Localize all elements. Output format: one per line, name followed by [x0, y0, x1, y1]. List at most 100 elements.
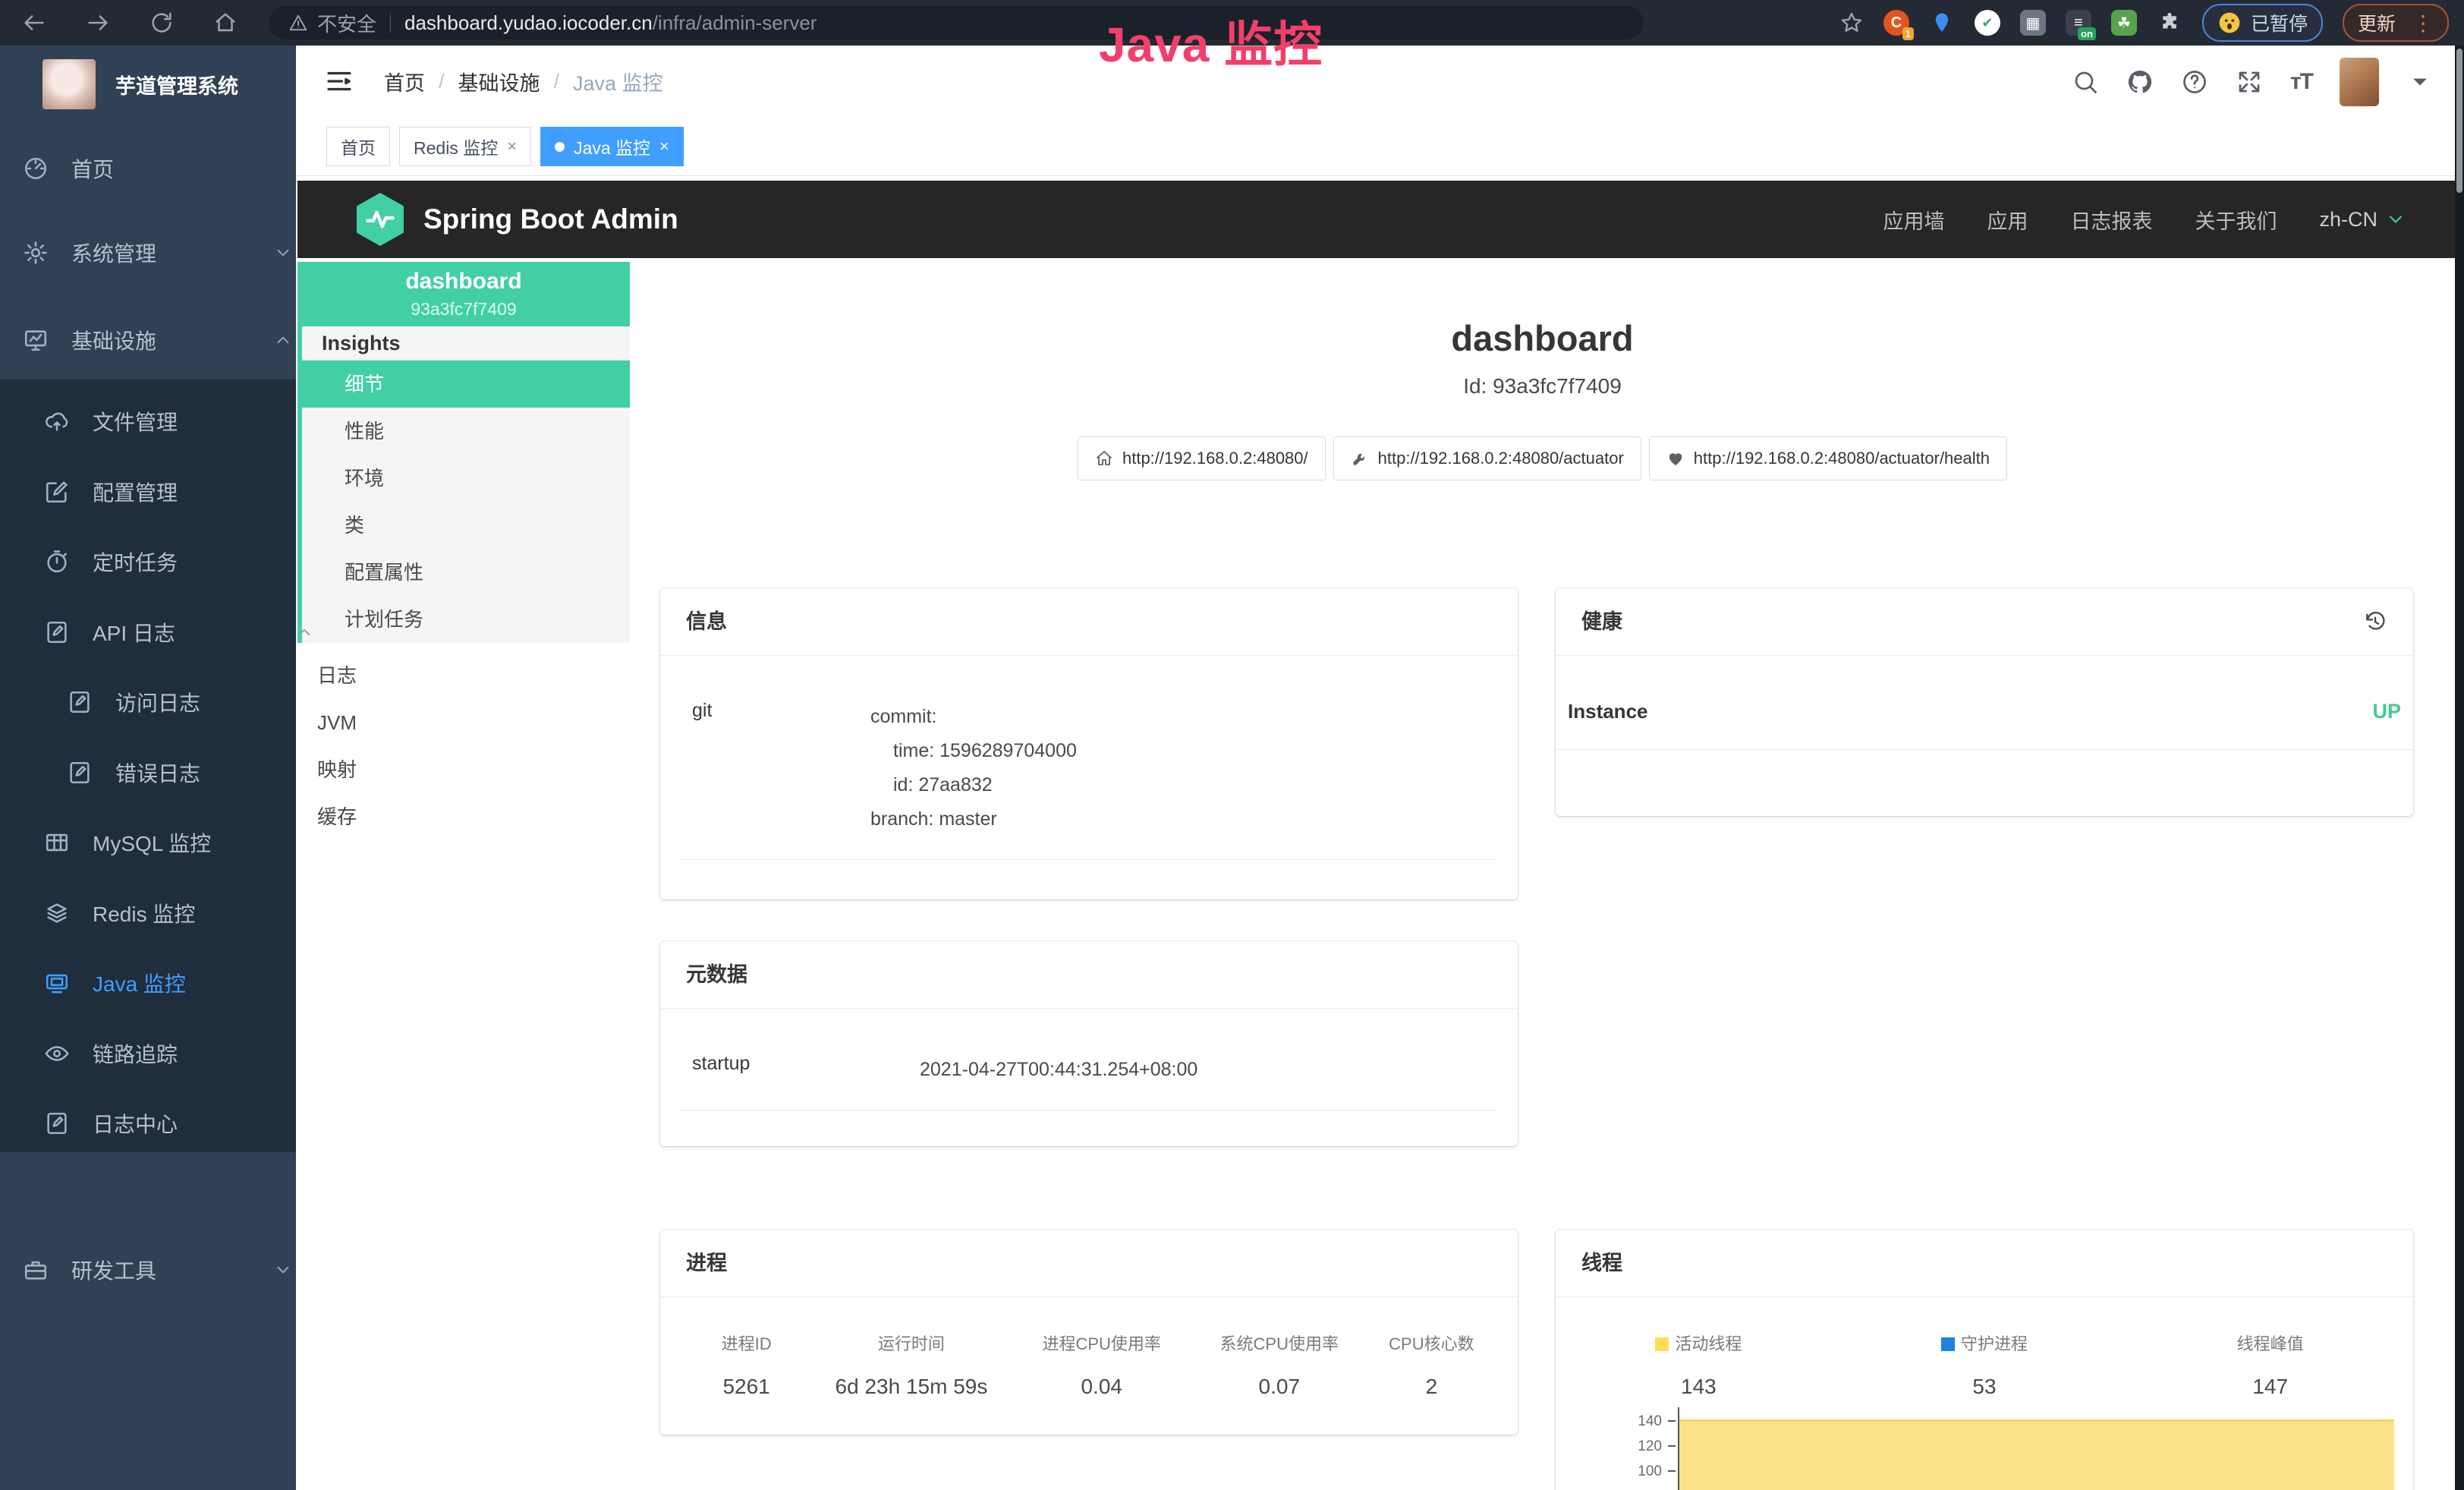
update-label: 更新 [2358, 9, 2396, 36]
sidebar-item-log-center[interactable]: 日志中心 [0, 1101, 340, 1146]
breadcrumb-home[interactable]: 首页 [384, 67, 425, 96]
sba-header: Spring Boot Admin 应用墙 应用 日志报表 关于我们 zh-CN [297, 181, 2455, 258]
extension-c-icon[interactable]: C1 [1883, 10, 1909, 36]
sidebar-item-java-monitor[interactable]: Java 监控 [0, 960, 340, 1006]
view-tabs-bar: 首页 Redis 监控 × Java 监控 × [296, 118, 2455, 176]
health-instance-row[interactable]: Instance UP [1556, 689, 2413, 750]
avatar-caret-icon[interactable] [2406, 68, 2434, 96]
address-bar[interactable]: 不安全 dashboard.yudao.iocoder.cn/infra/adm… [269, 6, 1644, 39]
close-icon[interactable]: × [507, 137, 517, 156]
sidebar-item-api-log[interactable]: API 日志 [0, 610, 340, 655]
browser-back-icon[interactable] [21, 10, 47, 36]
history-icon[interactable] [2363, 610, 2387, 634]
sba-locale-select[interactable]: zh-CN [2319, 208, 2406, 232]
profile-paused-badge[interactable]: 已暂停 [2202, 4, 2323, 42]
github-icon[interactable] [2126, 68, 2154, 96]
briefcase-icon [23, 1257, 49, 1283]
app-sidebar: 芋道管理系统 首页 系统管理 基础设施 文件管理 配置管理 定时任务 API 日… [0, 46, 296, 1490]
bookmark-star-icon[interactable] [1839, 11, 1864, 35]
not-secure-label: 不安全 [317, 9, 376, 37]
sba-menu-caches[interactable]: 缓存 [297, 793, 630, 840]
sba-menu-environment[interactable]: 环境 [302, 455, 630, 502]
sidebar-item-system[interactable]: 系统管理 [0, 230, 319, 276]
heart-icon [1666, 449, 1685, 468]
table-icon [44, 830, 70, 855]
sidebar-item-scheduled-jobs[interactable]: 定时任务 [0, 539, 340, 584]
instance-name: dashboard [297, 269, 630, 295]
scrollbar-thumb[interactable] [2456, 49, 2462, 193]
profile-face-icon [2217, 11, 2242, 35]
sidebar-item-tracing[interactable]: 链路追踪 [0, 1031, 340, 1076]
dashboard-icon [23, 156, 49, 181]
tab-java-monitor[interactable]: Java 监控 × [540, 127, 684, 166]
extension-v-icon[interactable]: ✔ [1975, 10, 2000, 36]
chevron-up-icon [294, 622, 314, 642]
legend-peak-threads: 线程峰值 [2127, 1331, 2413, 1355]
tab-home[interactable]: 首页 [326, 127, 390, 166]
help-icon[interactable] [2181, 68, 2208, 96]
health-url-button[interactable]: http://192.168.0.2:48080/actuator/health [1649, 436, 2007, 480]
extension-pin-icon[interactable] [1929, 10, 1955, 36]
close-icon[interactable]: × [659, 137, 669, 156]
scrollbar-track[interactable] [2455, 46, 2464, 1490]
sidebar-item-error-log[interactable]: 错误日志 [0, 750, 363, 795]
monitor-icon [23, 327, 49, 353]
actuator-url-button[interactable]: http://192.168.0.2:48080/actuator [1333, 436, 1641, 480]
extension-leaf-icon[interactable]: ☘ [2111, 10, 2137, 36]
sba-nav-applications[interactable]: 应用 [1987, 205, 2028, 235]
extension-grid-icon[interactable]: ▦ [2020, 10, 2046, 36]
sidebar-item-infra[interactable]: 基础设施 [0, 317, 319, 363]
breadcrumb-infra[interactable]: 基础设施 [458, 67, 540, 96]
sidebar-item-redis-monitor[interactable]: Redis 监控 [0, 890, 340, 936]
sba-brand[interactable]: Spring Boot Admin [423, 203, 678, 235]
timer-icon [44, 549, 70, 575]
chevron-down-icon [2385, 209, 2406, 230]
threads-card: 线程 活动线程 143 守护进程 53 线程峰值 147 [1556, 1230, 2413, 1490]
sidebar-item-access-log[interactable]: 访问日志 [0, 679, 363, 725]
sba-nav-about[interactable]: 关于我们 [2195, 205, 2277, 235]
sidebar-collapse-icon[interactable] [323, 65, 355, 97]
breadcrumb-current: Java 监控 [573, 67, 663, 96]
top-navbar: 首页 / 基础设施 / Java 监控 тT [296, 46, 2455, 118]
screen-icon [44, 970, 70, 996]
sidebar-item-mysql-monitor[interactable]: MySQL 监控 [0, 820, 340, 865]
sba-menu-classes[interactable]: 类 [302, 502, 630, 549]
browser-update-button[interactable]: 更新 ⋮ [2343, 4, 2449, 42]
sba-menu-config-props[interactable]: 配置属性 [302, 549, 630, 596]
browser-menu-icon[interactable]: ⋮ [2412, 11, 2434, 36]
health-card: 健康 Instance UP [1556, 588, 2413, 816]
edit-icon [44, 479, 70, 505]
browser-forward-icon[interactable] [85, 10, 111, 36]
sba-logo-icon[interactable] [357, 193, 404, 246]
tab-redis-monitor[interactable]: Redis 监控 × [399, 127, 531, 166]
sidebar-item-config-manage[interactable]: 配置管理 [0, 469, 340, 515]
sba-insights-header: Insights [302, 326, 630, 361]
annotation-java-monitor: Java 监控 [1099, 6, 1323, 76]
legend-daemon-threads: 守护进程 [1842, 1331, 2128, 1355]
sba-instance-box[interactable]: dashboard 93a3fc7f7409 [297, 262, 630, 326]
url-host: dashboard.yudao.iocoder.cn [404, 11, 653, 35]
browser-home-icon[interactable] [212, 10, 238, 36]
sidebar-item-dev-tools[interactable]: 研发工具 [0, 1247, 319, 1293]
sidebar-item-home[interactable]: 首页 [0, 146, 319, 191]
browser-reload-icon[interactable] [149, 10, 175, 36]
sba-menu-scheduled-tasks[interactable]: 计划任务 [302, 596, 630, 643]
info-git-row: git commit: time: 1596289704000 id: 27aa… [680, 700, 1498, 860]
extensions-puzzle-icon[interactable] [2157, 10, 2182, 36]
sidebar-item-file-manage[interactable]: 文件管理 [0, 398, 340, 444]
doc-edit-icon [44, 619, 70, 645]
user-avatar[interactable] [2340, 58, 2379, 106]
instance-id-line: Id: 93a3fc7f7409 [630, 374, 2455, 398]
sba-nav-wallboard[interactable]: 应用墙 [1883, 205, 1944, 235]
fullscreen-icon[interactable] [2236, 68, 2263, 96]
doc-edit-icon [44, 1110, 70, 1136]
search-icon[interactable] [2072, 68, 2099, 96]
paused-label: 已暂停 [2251, 9, 2308, 36]
service-url-button[interactable]: http://192.168.0.2:48080/ [1078, 436, 1326, 480]
sba-nav-journal[interactable]: 日志报表 [2070, 205, 2152, 235]
threads-card-title: 线程 [1581, 1230, 1622, 1296]
font-size-icon[interactable]: тT [2290, 69, 2312, 95]
sba-menu-metrics[interactable]: 性能 [302, 408, 630, 455]
sba-menu-details[interactable]: 细节 [302, 361, 630, 408]
extension-switch-icon[interactable]: ≡on [2066, 10, 2091, 36]
